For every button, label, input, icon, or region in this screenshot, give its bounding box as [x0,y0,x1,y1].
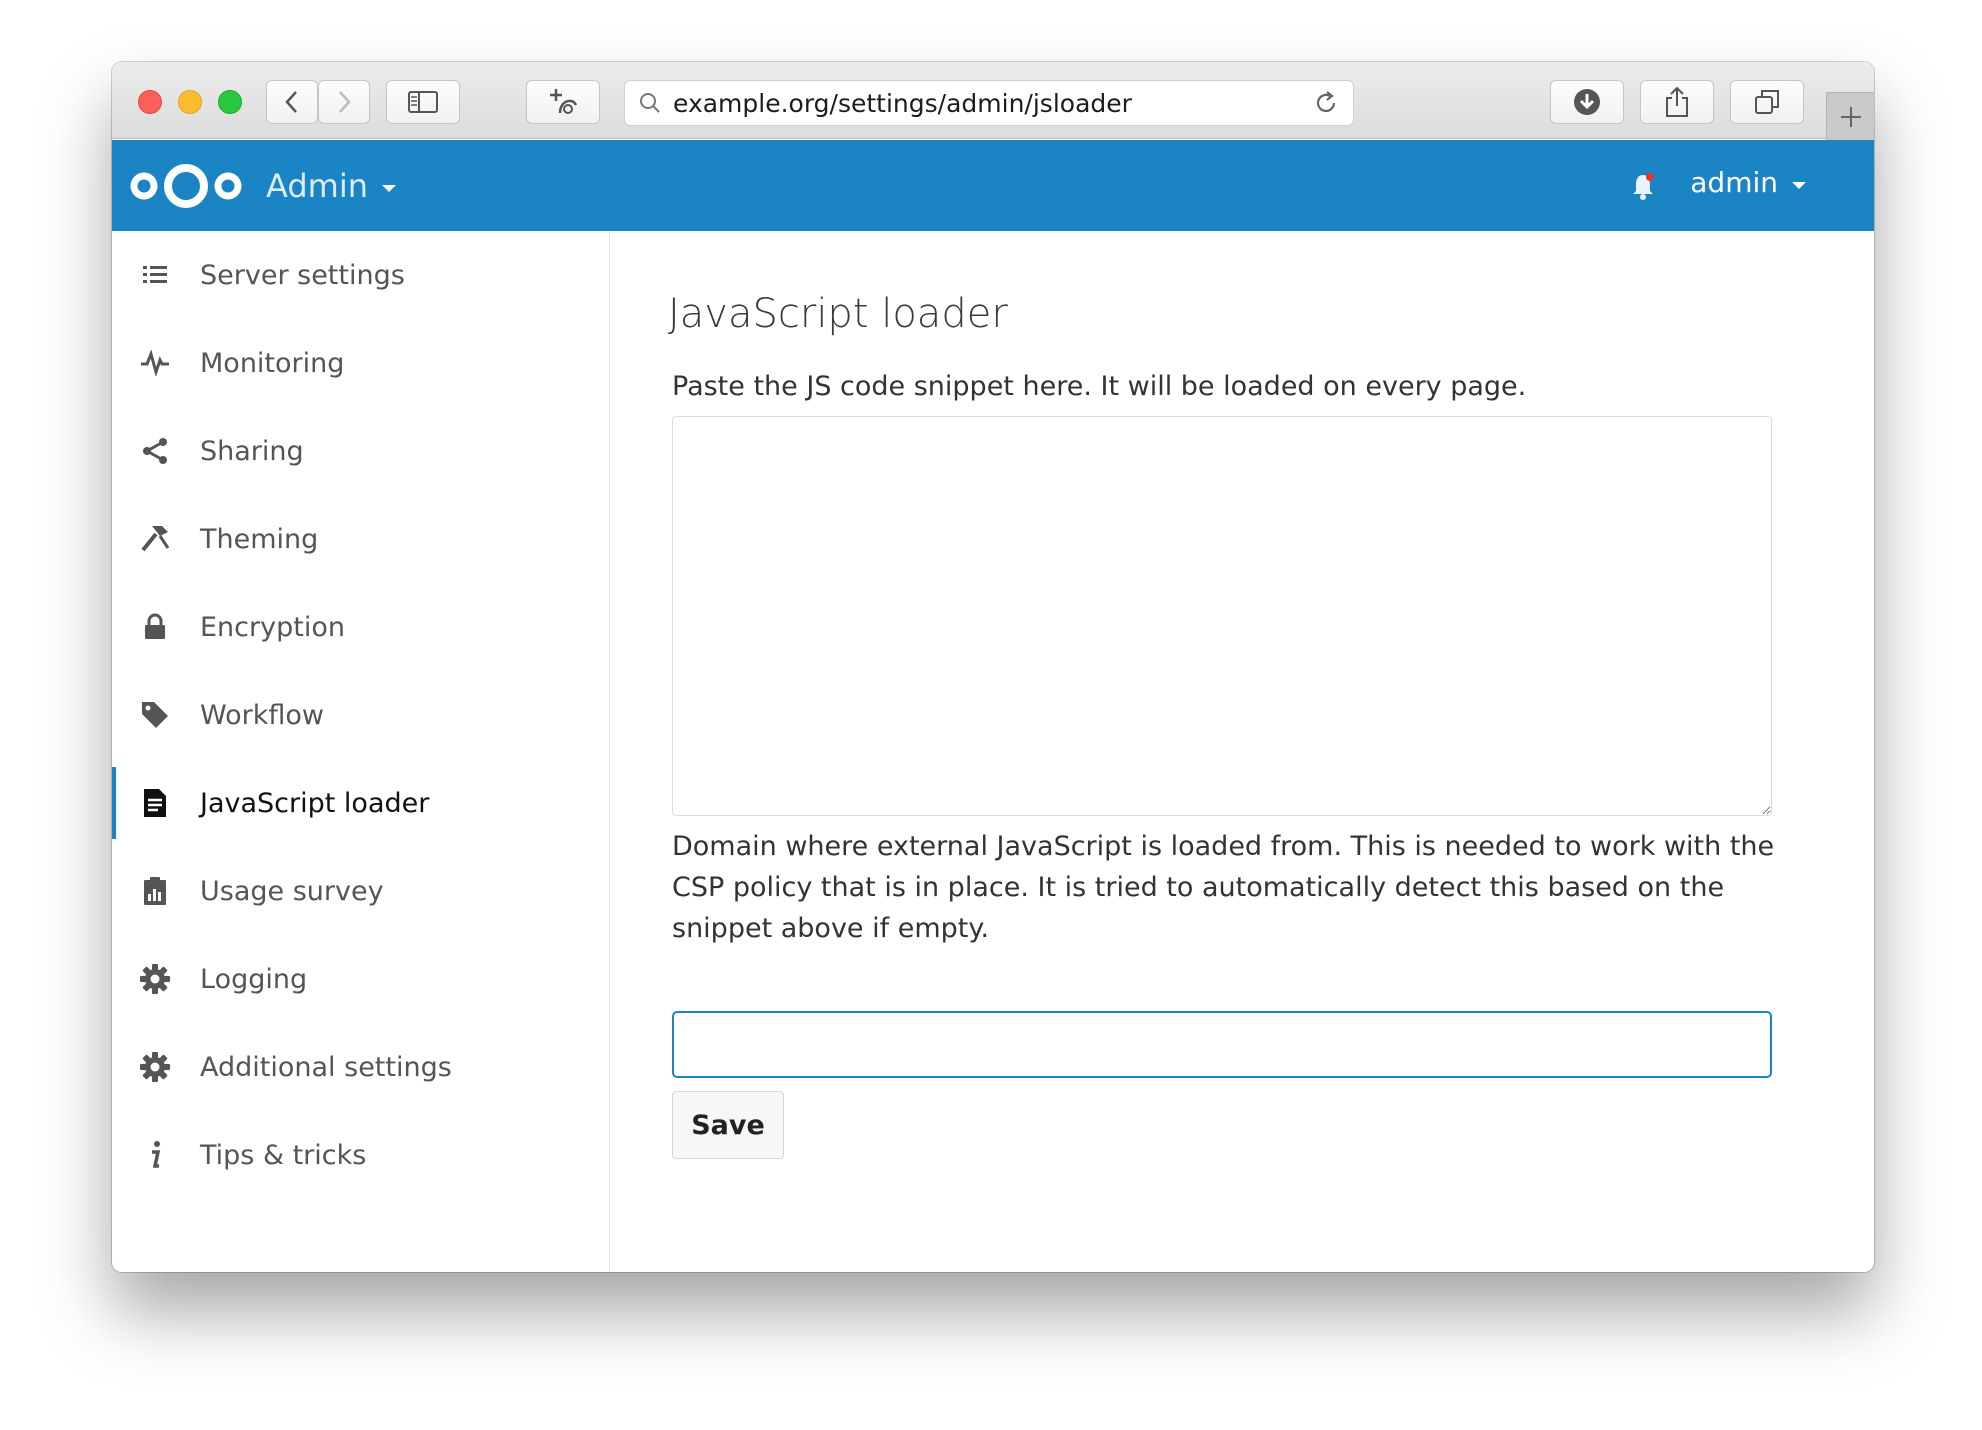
share-up-icon [1666,86,1688,117]
tag-icon [140,700,170,730]
forward-button[interactable] [318,80,370,124]
hammer-icon [140,524,170,554]
chevron-right-icon [339,91,351,113]
js-snippet-textarea[interactable] [672,416,1772,816]
app-title: Admin [266,166,368,205]
sidebar-item-label: Sharing [200,435,304,467]
new-tab-button[interactable] [1826,92,1874,140]
sidebar-item-encryption[interactable]: Encryption [112,583,609,671]
tabs-overview-button[interactable] [1730,80,1804,124]
domain-hint: Domain where external JavaScript is load… [672,831,1775,944]
chevron-down-icon [381,185,396,192]
document-icon [140,788,170,818]
sidebar-toggle-button[interactable] [386,80,460,124]
url-text: example.org/settings/admin/jsloader [673,88,1132,118]
sidebar-item-usage-survey[interactable]: Usage survey [112,847,609,935]
sidebar-icon [408,91,438,113]
sidebar-item-monitoring[interactable]: Monitoring [112,319,609,407]
browser-window: example.org/settings/admin/jsloader Admi… [112,62,1874,1272]
list-icon [140,260,170,290]
chevron-down-icon [1792,182,1806,189]
downloads-button[interactable] [1550,80,1624,124]
page-title: JavaScript loader [668,291,1008,337]
download-icon [1574,89,1600,115]
gear-icon [140,1052,170,1082]
info-icon [140,1140,170,1170]
sidebar-item-label: JavaScript loader [200,787,430,819]
sidebar-item-sharing[interactable]: Sharing [112,407,609,495]
lock-icon [140,612,170,642]
save-button[interactable]: Save [672,1091,784,1159]
browser-toolbar: example.org/settings/admin/jsloader [112,62,1874,140]
chevron-left-icon [285,91,297,113]
sidebar-item-tips-tricks[interactable]: Tips & tricks [112,1111,609,1199]
sidebar-item-label: Server settings [200,259,405,291]
close-window-button[interactable] [138,90,162,114]
sidebar-item-label: Additional settings [200,1051,452,1083]
user-menu[interactable]: admin [1690,166,1806,199]
sidebar-item-workflow[interactable]: Workflow [112,671,609,759]
sidebar-item-label: Logging [200,963,308,995]
sidebar-item-server-settings[interactable]: Server settings [112,231,609,319]
back-button[interactable] [266,80,318,124]
sidebar-item-additional-settings[interactable]: Additional settings [112,1023,609,1111]
sidebar-item-label: Usage survey [200,875,384,907]
sidebar-item-label: Tips & tricks [200,1139,367,1171]
main-content: JavaScript loader Paste the JS code snip… [610,231,1874,1272]
username: admin [1690,166,1778,199]
tabs-icon [1755,90,1779,114]
sidebar-item-logging[interactable]: Logging [112,935,609,1023]
reload-icon[interactable] [1313,90,1339,116]
plus-icon [1840,106,1861,127]
sidebar-item-javascript-loader[interactable]: JavaScript loader [112,759,609,847]
share-button[interactable] [1640,80,1714,124]
nextcloud-logo-icon[interactable] [128,156,244,216]
search-icon [640,93,660,113]
sidebar-item-label: Theming [200,523,319,555]
share-icon [140,436,170,466]
sidebar-item-theming[interactable]: Theming [112,495,609,583]
clipboard-chart-icon [140,876,170,906]
sidebar-item-label: Monitoring [200,347,345,379]
zoom-window-button[interactable] [218,90,242,114]
minimize-window-button[interactable] [178,90,202,114]
sidebar-item-label: Encryption [200,611,345,643]
address-bar[interactable]: example.org/settings/admin/jsloader [624,80,1354,126]
snippet-hint: Paste the JS code snippet here. It will … [672,371,1527,402]
extension-button[interactable] [526,80,600,124]
gear-icon [140,964,170,994]
sidebar-item-label: Workflow [200,699,324,731]
app-menu[interactable]: Admin [266,167,396,205]
extension-icon [550,89,578,114]
pulse-icon [140,348,170,378]
notifications-bell-icon[interactable] [1630,172,1656,200]
settings-sidebar: Server settings Monitoring Sharing Themi… [112,231,610,1272]
domain-input[interactable] [672,1011,1772,1078]
app-header: Admin admin [112,140,1874,231]
